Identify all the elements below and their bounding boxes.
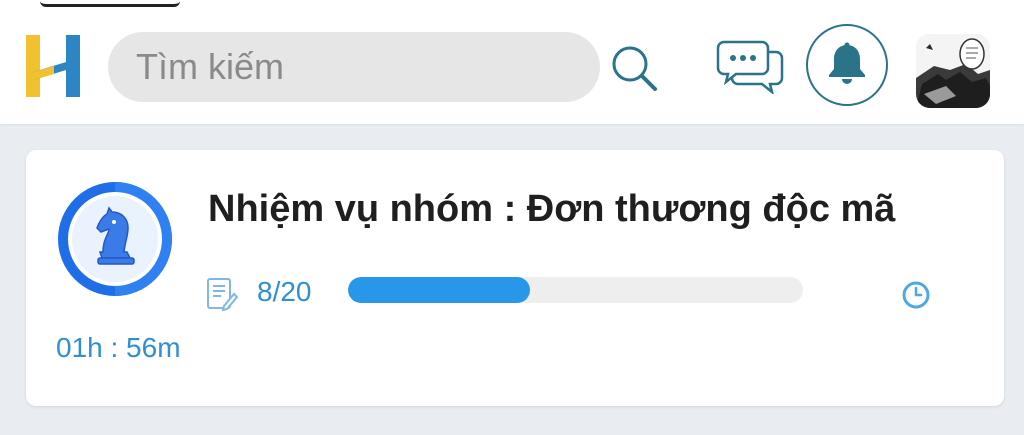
status-bar-clip (0, 0, 1024, 8)
search-placeholder: Tìm kiếm (136, 46, 284, 87)
search-icon[interactable] (606, 40, 662, 96)
progress-bar-fill (348, 277, 530, 303)
app-header: Tìm kiếm (0, 0, 1024, 124)
time-remaining: 01h : 56m (56, 332, 181, 363)
mission-title: Nhiệm vụ nhóm : Đơn thương độc mã (208, 188, 896, 230)
clock-icon (900, 279, 932, 311)
notification-button[interactable] (806, 24, 888, 106)
progress-bar (348, 277, 803, 303)
chat-icon[interactable] (716, 38, 784, 96)
h-logo-icon[interactable] (24, 33, 84, 99)
avatar[interactable] (916, 34, 990, 108)
knight-chess-icon (54, 178, 176, 300)
bell-icon (827, 42, 867, 89)
task-list-icon (204, 276, 240, 312)
progress-count: 8/20 (257, 276, 312, 307)
search-input[interactable]: Tìm kiếm (108, 32, 600, 102)
